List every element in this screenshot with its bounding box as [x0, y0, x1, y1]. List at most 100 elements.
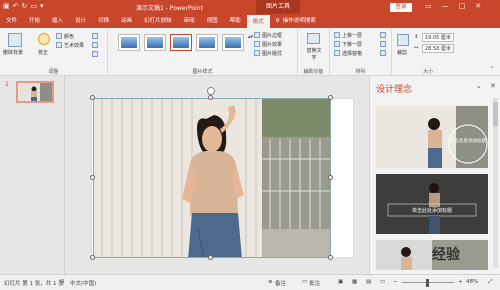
resize-handle[interactable]	[328, 95, 333, 100]
picture-border-icon[interactable]	[254, 32, 260, 38]
maximize-icon[interactable]: □	[459, 2, 466, 10]
color-label[interactable]: 颜色	[64, 33, 74, 40]
picture-layout-icon[interactable]	[254, 50, 260, 56]
picture-tools-label: 图片工具	[256, 0, 300, 14]
slide-sorter-icon[interactable]: ▦	[352, 279, 357, 285]
design-idea-card[interactable]: 单击此处添加标题	[376, 106, 488, 168]
adjust-group: 删除背景 校正 颜色 艺术效果 调整	[0, 28, 108, 76]
corrections-label[interactable]: 校正	[38, 49, 48, 56]
picture-layout-label[interactable]: 图片版式	[262, 50, 282, 57]
rotate-icon[interactable]	[380, 50, 386, 56]
style-thumbnail[interactable]	[118, 34, 140, 51]
start-from-beginning-icon[interactable]: ▭	[30, 2, 37, 10]
normal-view-icon[interactable]: ▣	[338, 279, 343, 285]
save-icon[interactable]: ▣	[3, 2, 10, 10]
compress-pictures-icon[interactable]	[92, 33, 98, 39]
rotate-handle-icon[interactable]	[207, 87, 215, 95]
fit-to-window-icon[interactable]: ⤢	[488, 279, 492, 286]
tab-help[interactable]: 帮助	[224, 14, 247, 28]
picture-effects-label[interactable]: 图片效果	[262, 41, 282, 48]
tab-animations[interactable]: 动画	[115, 14, 138, 28]
zoom-out-icon[interactable]: −	[393, 279, 398, 285]
tab-design[interactable]: 设计	[69, 14, 92, 28]
tab-view[interactable]: 视图	[201, 14, 224, 28]
language-label[interactable]: 中文(中国)	[70, 279, 96, 287]
crop-label[interactable]: 裁剪	[397, 49, 407, 56]
remove-background-icon[interactable]	[8, 33, 22, 47]
design-idea-preview	[376, 106, 488, 168]
alt-text-label[interactable]: 替换文字	[305, 47, 323, 61]
customize-qat-icon[interactable]: ▾	[40, 2, 44, 10]
tab-review[interactable]: 审阅	[178, 14, 201, 28]
picture-border-label[interactable]: 图片边框	[262, 32, 282, 39]
spell-check-icon[interactable]: ⊡	[60, 279, 65, 285]
design-idea-card[interactable]: 单击此处添加标题	[376, 174, 488, 234]
style-thumbnail[interactable]	[170, 34, 192, 51]
send-backward-label[interactable]: 下移一层	[342, 41, 362, 48]
comments-button[interactable]: 批注	[309, 279, 320, 287]
panel-scrollbar[interactable]	[493, 98, 498, 268]
resize-handle[interactable]	[328, 175, 333, 180]
zoom-in-icon[interactable]: +	[458, 279, 463, 285]
selection-pane-icon[interactable]	[334, 50, 340, 56]
change-picture-icon[interactable]	[92, 42, 98, 48]
collapse-ribbon-icon[interactable]: ⌃	[490, 66, 494, 72]
reading-view-icon[interactable]: ▤	[366, 279, 371, 285]
zoom-level[interactable]: 48%	[466, 279, 478, 285]
artistic-effects-label[interactable]: 艺术效果	[64, 42, 84, 49]
send-backward-icon[interactable]	[334, 41, 340, 47]
comments-icon[interactable]: ▭	[302, 279, 307, 285]
design-ideas-panel: 设计理念 ⌄ ✕ 单击此处添加标题 单击此处添加标题 经验	[369, 76, 500, 274]
notes-icon[interactable]: ≡	[268, 279, 273, 285]
styles-scroll-icon[interactable]: ▴▾	[248, 34, 253, 40]
width-input[interactable]: 28.58 厘米	[422, 44, 454, 53]
picture-effects-icon[interactable]	[254, 41, 260, 47]
login-button[interactable]: 登录	[390, 3, 412, 12]
resize-handle[interactable]	[90, 255, 95, 260]
notes-button[interactable]: 备注	[275, 279, 286, 287]
selected-picture[interactable]	[93, 98, 331, 258]
size-group-label: 大小	[422, 69, 433, 75]
scrollbar-thumb[interactable]	[493, 102, 498, 126]
crop-icon[interactable]	[397, 34, 409, 46]
undo-icon[interactable]: ↶	[13, 2, 19, 10]
remove-background-label[interactable]: 删除背景	[3, 49, 23, 56]
tab-slideshow[interactable]: 幻灯片放映	[138, 14, 178, 28]
tab-file[interactable]: 文件	[0, 14, 23, 28]
minimize-icon[interactable]: —	[442, 2, 449, 10]
height-icon: ↕	[414, 34, 419, 40]
resize-handle[interactable]	[208, 255, 213, 260]
resize-handle[interactable]	[328, 255, 333, 260]
style-thumbnail[interactable]	[222, 34, 244, 51]
bring-forward-icon[interactable]	[334, 32, 340, 38]
color-icon[interactable]	[56, 33, 62, 39]
bring-forward-label[interactable]: 上移一层	[342, 32, 362, 39]
resize-handle[interactable]	[208, 95, 213, 100]
redo-icon[interactable]: ↻	[22, 2, 28, 10]
height-input[interactable]: 19.05 厘米	[422, 33, 454, 42]
slideshow-icon[interactable]: ▭	[380, 279, 385, 285]
resize-handle[interactable]	[90, 95, 95, 100]
resize-handle[interactable]	[90, 175, 95, 180]
tab-home[interactable]: 开始	[23, 14, 46, 28]
tab-format[interactable]: 格式	[246, 14, 270, 28]
tell-me-search[interactable]: ♀ 操作说明搜索	[270, 14, 322, 28]
style-thumbnail[interactable]	[144, 34, 166, 51]
close-icon[interactable]: ✕	[475, 2, 481, 10]
align-icon[interactable]	[380, 32, 386, 38]
panel-options-icon[interactable]: ⌄	[476, 82, 482, 90]
slide-thumbnail[interactable]	[16, 81, 54, 103]
close-panel-icon[interactable]: ✕	[490, 82, 496, 90]
alt-text-icon[interactable]	[307, 33, 320, 44]
ribbon-display-options-icon[interactable]: ▭	[425, 2, 432, 10]
document-title: 演示文稿1 - PowerPoint	[136, 5, 203, 12]
reset-picture-icon[interactable]	[92, 51, 98, 57]
corrections-icon[interactable]	[38, 33, 50, 45]
tab-insert[interactable]: 插入	[46, 14, 69, 28]
selection-pane-label[interactable]: 选择窗格	[342, 50, 362, 57]
zoom-slider-thumb[interactable]	[426, 279, 429, 287]
style-thumbnail[interactable]	[196, 34, 218, 51]
artistic-effects-icon[interactable]	[56, 42, 62, 48]
group-icon[interactable]	[380, 41, 386, 47]
tab-transitions[interactable]: 切换	[92, 14, 115, 28]
